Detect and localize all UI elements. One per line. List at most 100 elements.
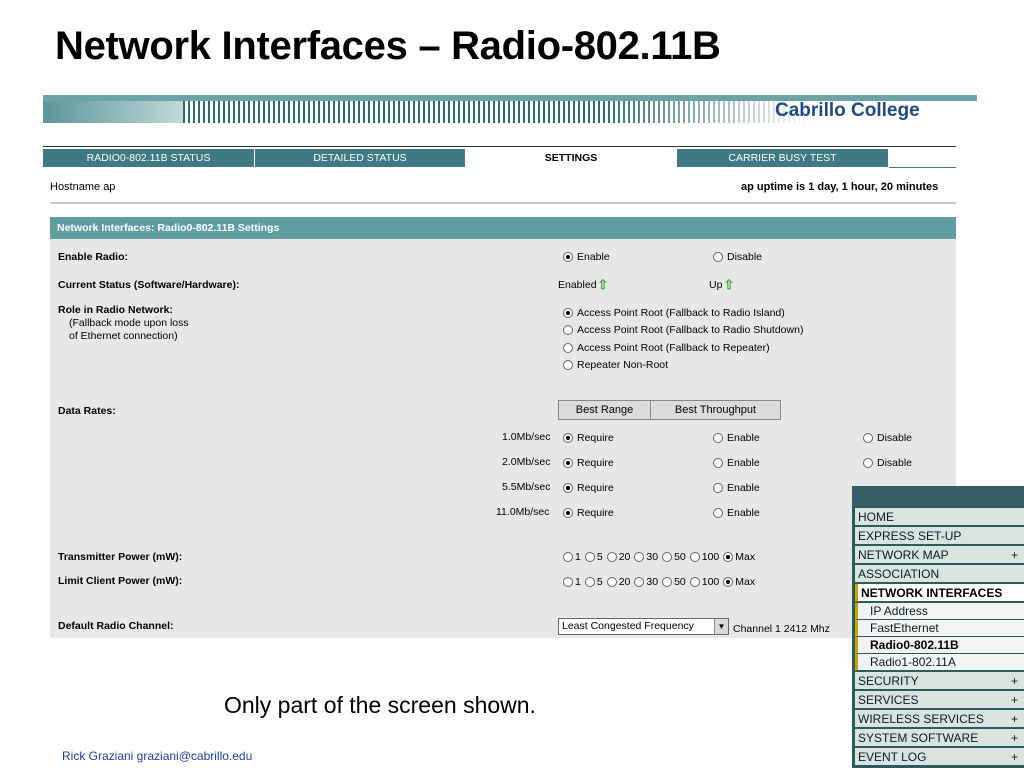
rate-require-option[interactable]: Require bbox=[563, 482, 614, 494]
menu-item-fastethernet[interactable]: FastEthernet bbox=[855, 620, 1024, 637]
best-range-button[interactable]: Best Range bbox=[558, 400, 651, 420]
tab-settings[interactable]: SETTINGS bbox=[466, 149, 677, 167]
menu-item-radio0[interactable]: Radio0-802.11B bbox=[855, 637, 1024, 654]
radio-selected-icon[interactable] bbox=[563, 458, 573, 468]
radio-selected-icon[interactable] bbox=[563, 308, 573, 318]
client-power-label: Limit Client Power (mW): bbox=[58, 575, 183, 587]
rate-enable-option[interactable]: Enable bbox=[713, 457, 760, 469]
software-status-text: Enabled bbox=[558, 279, 597, 291]
role-option-radio-shutdown[interactable]: Access Point Root (Fallback to Radio Shu… bbox=[563, 324, 803, 336]
option-label: Require bbox=[577, 507, 614, 519]
enable-radio-option[interactable]: Enable bbox=[563, 251, 610, 263]
role-label: Role in Radio Network: bbox=[58, 304, 173, 316]
menu-item-security[interactable]: SECURITY + bbox=[855, 672, 1024, 690]
radio-selected-icon[interactable] bbox=[563, 483, 573, 493]
menu-item-home[interactable]: HOME bbox=[855, 508, 1024, 526]
rate-enable-option[interactable]: Enable bbox=[713, 507, 760, 519]
radio-icon[interactable] bbox=[689, 552, 700, 562]
rate-require-option[interactable]: Require bbox=[563, 432, 614, 444]
rate-enable-option[interactable]: Enable bbox=[713, 482, 760, 494]
menu-item-label: SERVICES bbox=[858, 693, 919, 707]
menu-item-label: ASSOCIATION bbox=[858, 567, 940, 581]
radio-icon[interactable] bbox=[634, 552, 645, 562]
radio-icon[interactable] bbox=[606, 577, 617, 587]
up-arrow-icon: ⇧ bbox=[723, 277, 735, 292]
radio-icon[interactable] bbox=[563, 577, 573, 587]
radio-icon[interactable] bbox=[634, 577, 645, 587]
menu-top-bar bbox=[852, 486, 1024, 506]
menu-item-label: SYSTEM SOFTWARE bbox=[858, 731, 979, 745]
slide-note: Only part of the screen shown. bbox=[224, 692, 536, 718]
menu-item-network-map[interactable]: NETWORK MAP + bbox=[855, 546, 1024, 564]
radio-icon[interactable] bbox=[863, 458, 873, 468]
radio-icon[interactable] bbox=[713, 483, 723, 493]
radio-icon[interactable] bbox=[863, 433, 873, 443]
option-label: Require bbox=[577, 457, 614, 469]
radio-icon[interactable] bbox=[563, 360, 573, 370]
option-label: Max bbox=[735, 551, 756, 563]
menu-item-ip-address[interactable]: IP Address bbox=[855, 603, 1024, 620]
option-label: Enable bbox=[727, 482, 760, 494]
divider bbox=[50, 202, 956, 204]
menu-item-radio1[interactable]: Radio1-802.11A bbox=[855, 654, 1024, 671]
menu-item-label: IP Address bbox=[870, 604, 928, 618]
radio-icon[interactable] bbox=[563, 552, 573, 562]
radio-selected-icon[interactable] bbox=[723, 552, 734, 562]
radio-selected-icon[interactable] bbox=[563, 252, 573, 262]
menu-item-label: EXPRESS SET-UP bbox=[858, 529, 962, 543]
option-label: Enable bbox=[727, 507, 760, 519]
rate-require-option[interactable]: Require bbox=[563, 507, 614, 519]
channel-select[interactable]: Least Congested Frequency ▼ bbox=[558, 618, 729, 635]
rate-label: 11.0Mb/sec bbox=[496, 506, 550, 518]
enable-radio-label: Enable Radio: bbox=[58, 251, 129, 263]
tx-power-options: 1 5 20 30 50 100 Max bbox=[563, 551, 759, 563]
menu-item-system-software[interactable]: SYSTEM SOFTWARE + bbox=[855, 729, 1024, 747]
rate-label: 1.0Mb/sec bbox=[502, 431, 551, 443]
radio-icon[interactable] bbox=[713, 458, 723, 468]
panel-header: Network Interfaces: Radio0-802.11B Setti… bbox=[50, 217, 956, 239]
option-label: Enable bbox=[727, 432, 760, 444]
data-rates-label: Data Rates: bbox=[58, 405, 116, 417]
menu-item-network-interfaces[interactable]: NETWORK INTERFACES bbox=[855, 584, 1024, 602]
radio-selected-icon[interactable] bbox=[723, 577, 734, 587]
rate-require-option[interactable]: Require bbox=[563, 457, 614, 469]
radio-selected-icon[interactable] bbox=[563, 433, 573, 443]
rate-enable-option[interactable]: Enable bbox=[713, 432, 760, 444]
menu-item-wireless-services[interactable]: WIRELESS SERVICES + bbox=[855, 710, 1024, 728]
option-label: 50 bbox=[674, 551, 686, 563]
client-power-options: 1 5 20 30 50 100 Max bbox=[563, 576, 759, 588]
radio-selected-icon[interactable] bbox=[563, 508, 573, 518]
current-status-label: Current Status (Software/Hardware): bbox=[58, 279, 240, 291]
rate-disable-option[interactable]: Disable bbox=[863, 457, 912, 469]
radio-icon[interactable] bbox=[662, 577, 673, 587]
hardware-status-text: Up bbox=[709, 279, 723, 291]
option-label: 5 bbox=[596, 576, 603, 588]
dropdown-arrow-icon[interactable]: ▼ bbox=[714, 619, 728, 634]
menu-item-label: NETWORK MAP bbox=[858, 548, 949, 562]
rate-disable-option[interactable]: Disable bbox=[863, 432, 912, 444]
radio-icon[interactable] bbox=[713, 433, 723, 443]
menu-item-association[interactable]: ASSOCIATION bbox=[855, 565, 1024, 583]
radio-icon[interactable] bbox=[563, 343, 573, 353]
menu-item-services[interactable]: SERVICES + bbox=[855, 691, 1024, 709]
tab-radio-status[interactable]: RADIO0-802.11B STATUS bbox=[43, 149, 255, 167]
role-option-radio-island[interactable]: Access Point Root (Fallback to Radio Isl… bbox=[563, 307, 785, 319]
radio-icon[interactable] bbox=[563, 325, 573, 335]
role-option-repeater-fallback[interactable]: Access Point Root (Fallback to Repeater) bbox=[563, 342, 770, 354]
radio-icon[interactable] bbox=[713, 252, 723, 262]
radio-icon[interactable] bbox=[713, 508, 723, 518]
tab-detailed-status[interactable]: DETAILED STATUS bbox=[255, 149, 466, 167]
radio-icon[interactable] bbox=[689, 577, 700, 587]
disable-radio-option[interactable]: Disable bbox=[713, 251, 762, 263]
role-option-repeater-non-root[interactable]: Repeater Non-Root bbox=[563, 359, 668, 371]
menu-item-express-setup[interactable]: EXPRESS SET-UP bbox=[855, 527, 1024, 545]
expand-plus-icon: + bbox=[1010, 750, 1018, 764]
radio-icon[interactable] bbox=[584, 552, 595, 562]
best-throughput-button[interactable]: Best Throughput bbox=[650, 400, 781, 420]
tab-carrier-busy-test[interactable]: CARRIER BUSY TEST bbox=[677, 149, 889, 167]
radio-icon[interactable] bbox=[584, 577, 595, 587]
menu-item-event-log[interactable]: EVENT LOG + bbox=[855, 748, 1024, 766]
radio-icon[interactable] bbox=[662, 552, 673, 562]
option-label: Disable bbox=[727, 251, 763, 263]
radio-icon[interactable] bbox=[606, 552, 617, 562]
